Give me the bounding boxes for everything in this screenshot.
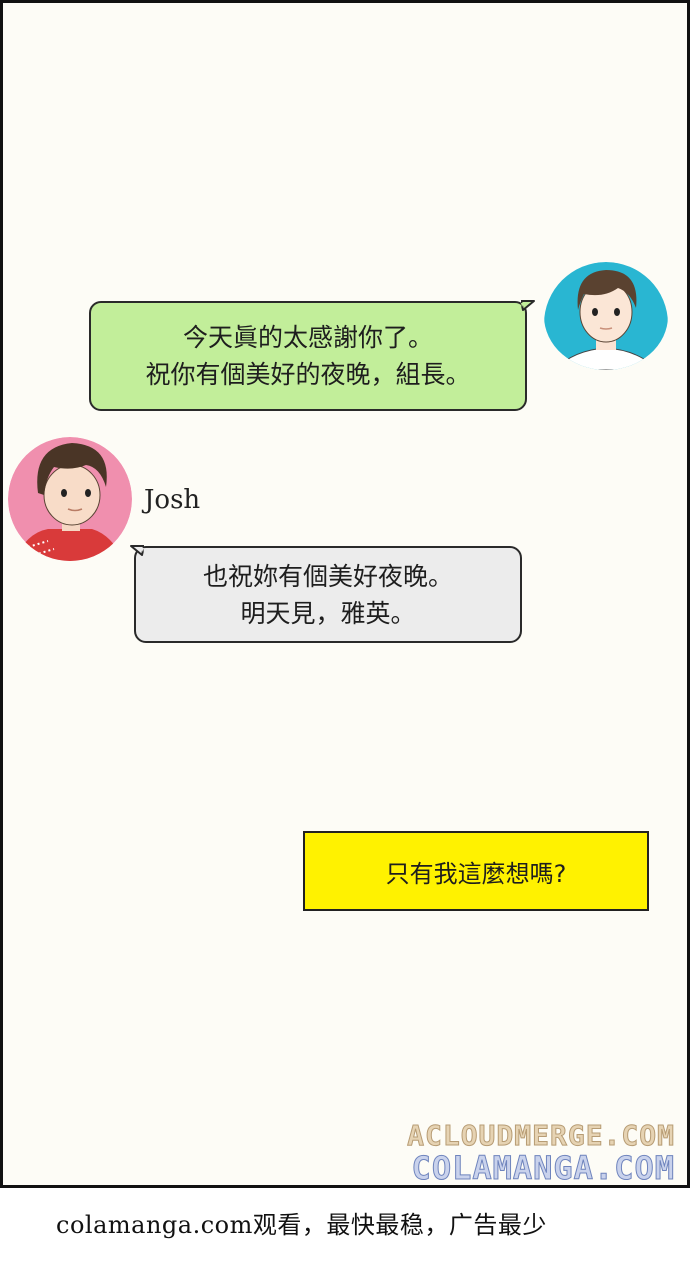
bubble-tail (130, 545, 144, 556)
bubble-line: 明天見，雅英。 (240, 598, 416, 628)
narration-box: 只有我這麼想嗎? (303, 831, 649, 911)
speech-bubble-right: 今天眞的太感謝你了。 祝你有個美好的夜晚，組長。 (89, 301, 527, 411)
female-avatar (544, 262, 668, 370)
speech-bubble-left: 也祝妳有個美好夜晚。 明天見，雅英。 (134, 546, 522, 643)
bubble-line: 祝你有個美好的夜晚，組長。 (145, 360, 471, 389)
watermark-top: ACLOUDMERGE.COM (407, 1119, 675, 1153)
watermark-bottom: COLAMANGA.COM (411, 1149, 675, 1188)
bubble-line: 今天眞的太感謝你了。 (182, 323, 433, 352)
footer-text: colamanga.com观看，最快最稳，广告最少 (56, 1211, 547, 1239)
bubble-line: 也祝妳有個美好夜晚。 (202, 561, 453, 591)
bubble-tail (521, 300, 535, 311)
speaker-name: Josh (144, 485, 201, 515)
comic-panel: 今天眞的太感謝你了。 祝你有個美好的夜晚，組長。 Josh 也祝妳有個美好夜晚。… (0, 0, 690, 1188)
josh-avatar (8, 437, 132, 561)
